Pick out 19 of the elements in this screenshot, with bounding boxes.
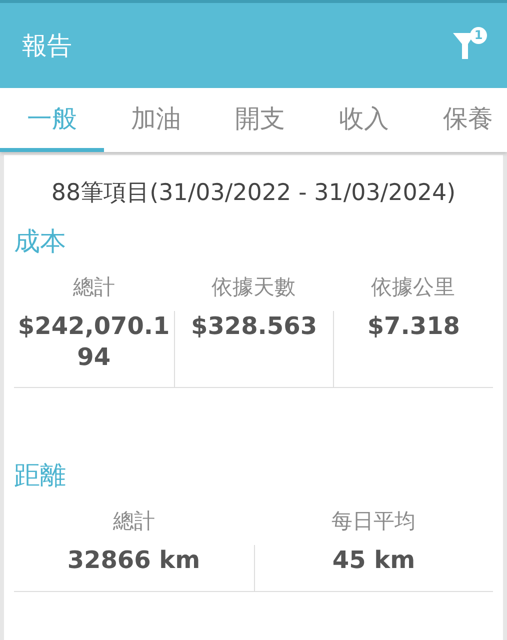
stat-label: 總計 (72, 274, 115, 301)
tab[interactable]: 保養 (416, 88, 507, 152)
stat-label: 依據天數 (212, 274, 296, 301)
stat-value: $7.318 (367, 311, 460, 342)
summary-text: 88筆項目(31/03/2022 - 31/03/2024) (50, 179, 457, 208)
section-title: 距離 (14, 460, 67, 494)
stat-label: 總計 (112, 508, 155, 536)
stat-label: 每日平均 (331, 508, 416, 536)
stat-value: 32866 km (67, 545, 200, 576)
stat-value: 45 km (332, 545, 416, 576)
filter-count-badge: 1 (470, 26, 487, 44)
stat-label: 依據公里 (371, 274, 456, 301)
tab[interactable]: 加油 (104, 88, 208, 152)
stat-value: $328.563 (191, 311, 318, 342)
tab[interactable]: 收入 (312, 88, 416, 152)
section-title: 成本 (14, 226, 67, 259)
tab[interactable]: 開支 (208, 88, 312, 152)
app-title: 報告 (22, 30, 72, 62)
stat-value: $242,070.194 (16, 311, 171, 374)
